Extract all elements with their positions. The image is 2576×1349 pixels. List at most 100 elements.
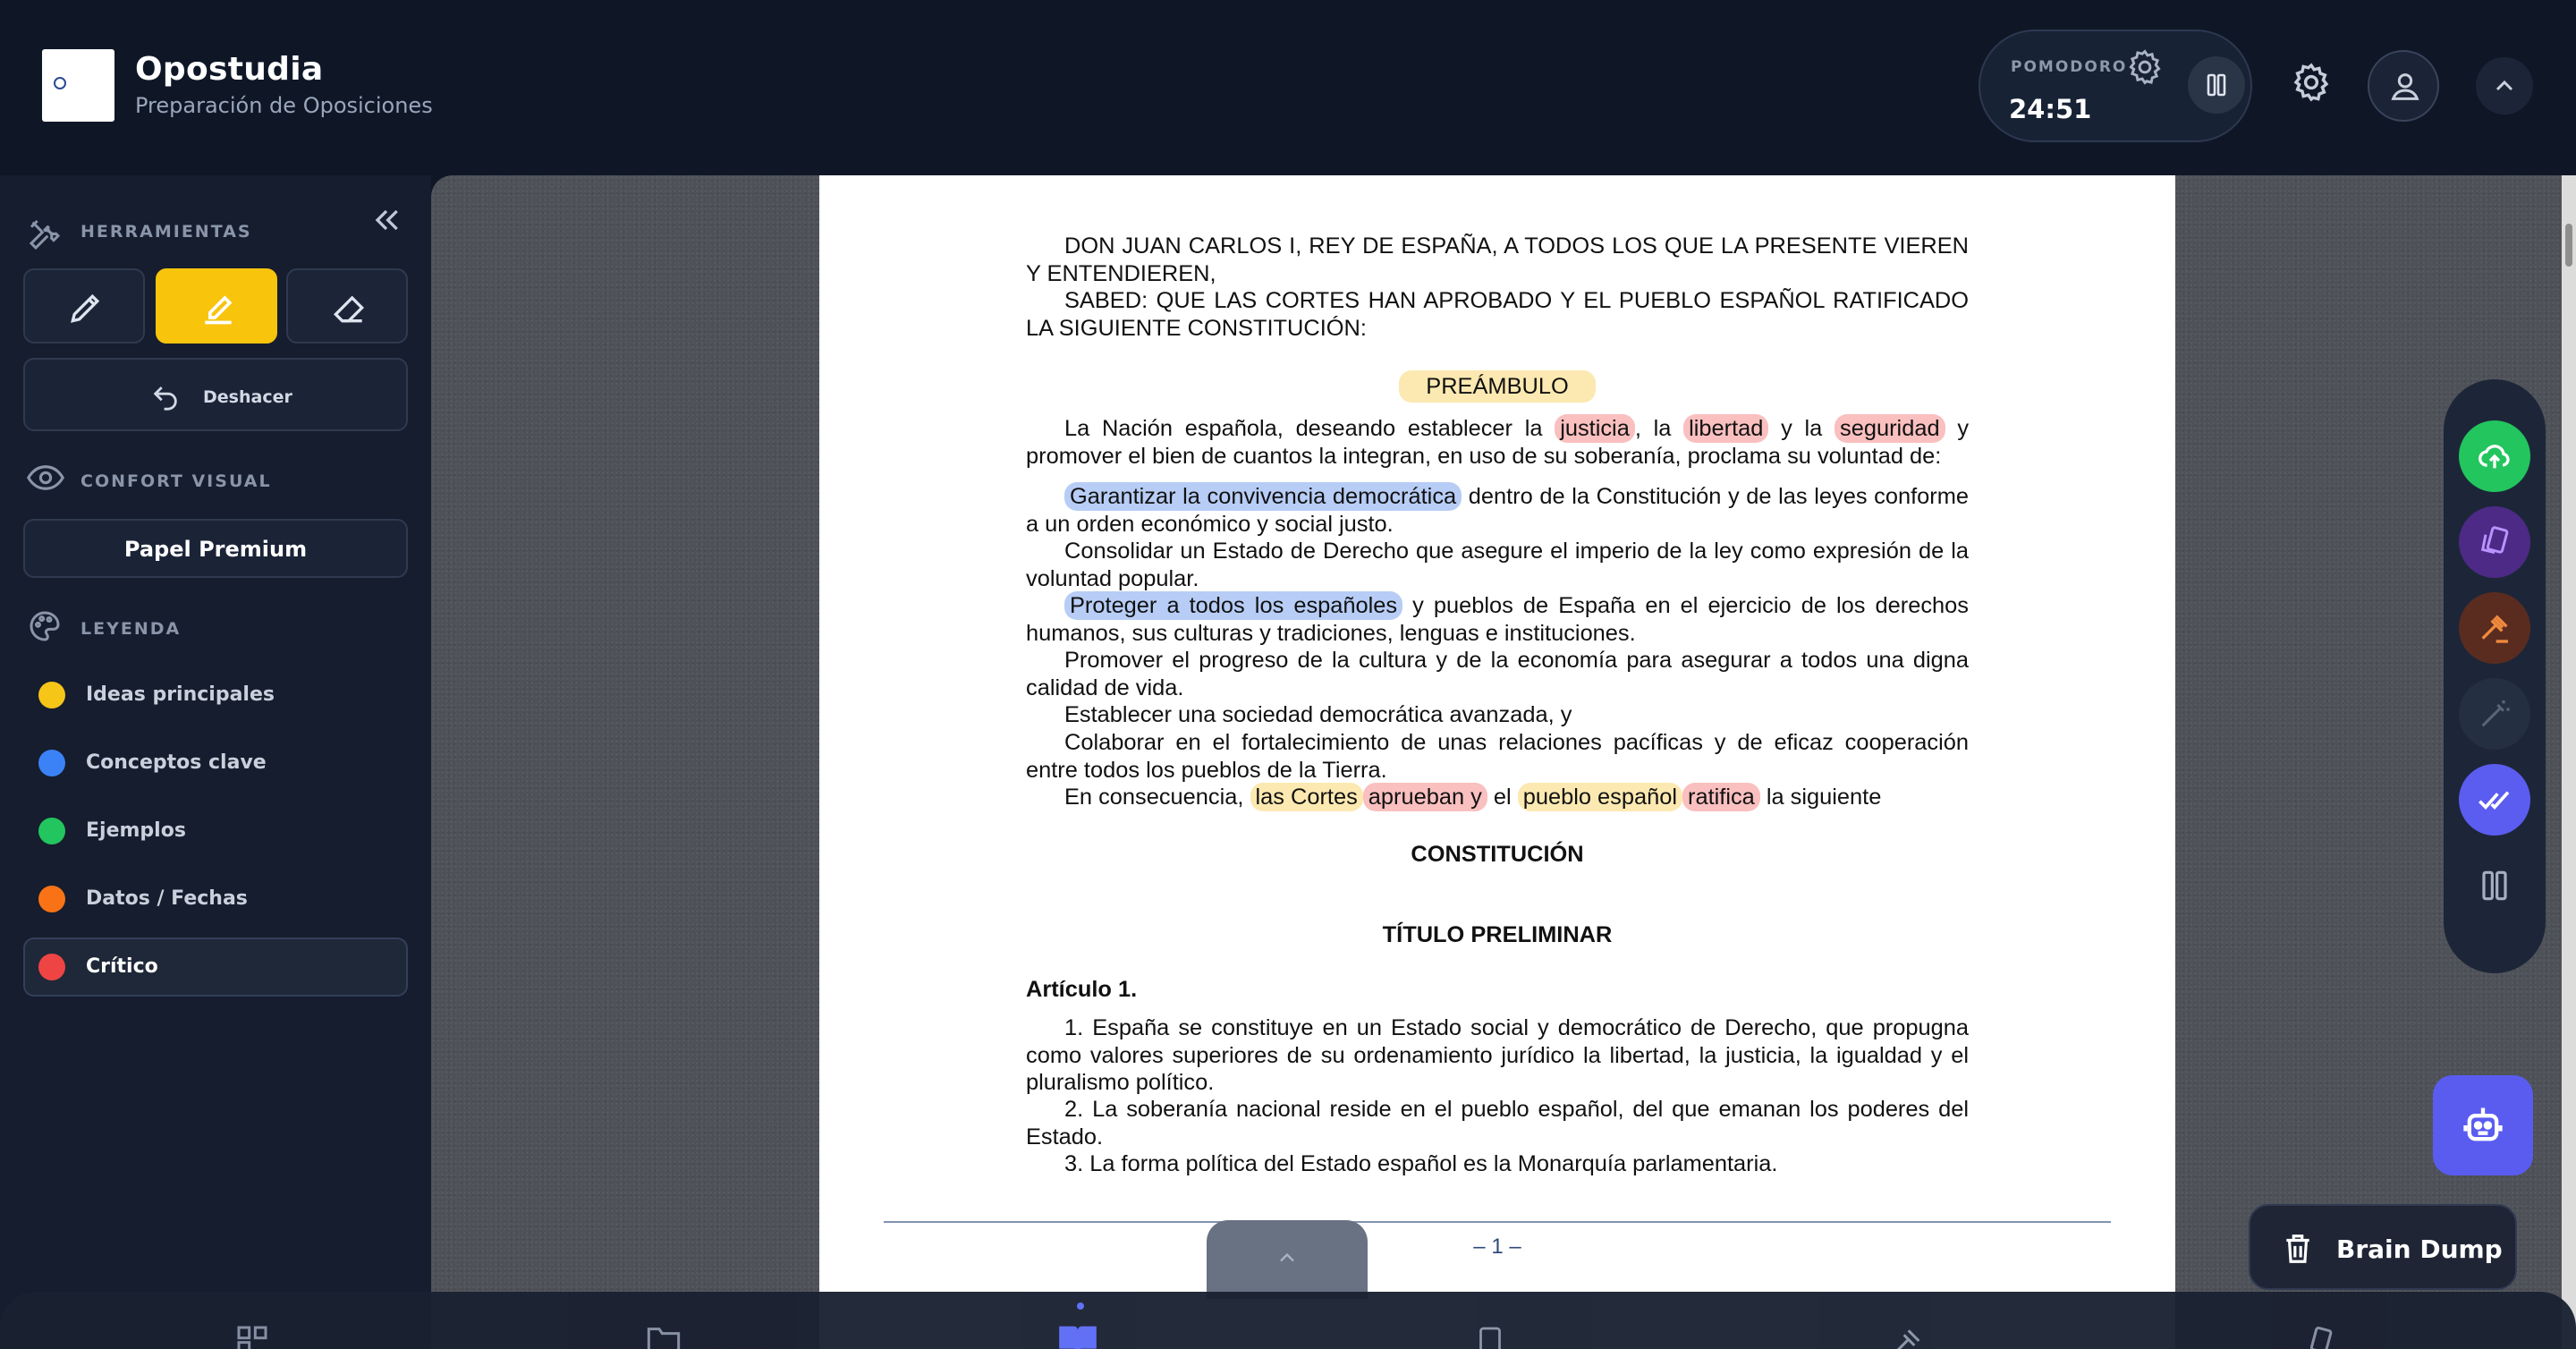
intro-text-2: SABED: QUE LAS CORTES HAN APROBADO Y EL …: [1026, 288, 1969, 341]
paper-style-label: Papel Premium: [123, 537, 308, 562]
flashcards-button[interactable]: [2459, 506, 2530, 578]
a3-text: 3. La forma política del Estado español …: [1064, 1151, 1778, 1176]
collapse-sidebar-icon[interactable]: [369, 202, 404, 238]
robot-icon: [2463, 1107, 2503, 1141]
p6-text: Establecer una sociedad democrática avan…: [1064, 702, 1572, 727]
article-1-clause-1: 1. España se constituye en un Estado soc…: [1026, 1014, 1969, 1097]
paper-style-button[interactable]: Papel Premium: [23, 519, 408, 578]
pdf-page[interactable]: DON JUAN CARLOS I, REY DE ESPAÑA, A TODO…: [819, 175, 2175, 1349]
legend-item-label: Datos / Fechas: [86, 887, 248, 910]
legend-item-label: Ideas principales: [86, 683, 275, 706]
highlight-convivencia[interactable]: Garantizar la convivencia democrática: [1064, 482, 1462, 511]
gavel-button[interactable]: [2459, 592, 2530, 664]
legend-item-main-ideas[interactable]: Ideas principales: [23, 666, 408, 725]
highlight-las-cortes[interactable]: las Cortes: [1250, 783, 1363, 811]
settings-icon[interactable]: [2290, 61, 2333, 104]
app-logo: [42, 49, 114, 122]
cloud-upload-button[interactable]: [2459, 420, 2530, 492]
red-dot-icon: [38, 954, 65, 980]
folder-icon[interactable]: [646, 1324, 682, 1349]
pencil-icon: [71, 293, 100, 323]
p1-text-b: , la: [1634, 416, 1672, 441]
brain-dump-label: Brain Dump: [2336, 1234, 2503, 1264]
pause-icon: [2482, 870, 2507, 901]
a2-text: 2. La soberanía nacional reside en el pu…: [1026, 1097, 1969, 1150]
visual-comfort-section-label: CONFORT VISUAL: [80, 471, 272, 491]
highlight-ratifica[interactable]: ratifica: [1682, 783, 1760, 811]
legend-item-label: Ejemplos: [86, 819, 186, 842]
chevron-up-icon: [1280, 1252, 1294, 1262]
article-1-clause-2: 2. La soberanía nacional reside en el pu…: [1026, 1096, 1969, 1150]
intro-paragraph-1: DON JUAN CARLOS I, REY DE ESPAÑA, A TODO…: [1026, 233, 1969, 287]
p1-text-c: y la: [1781, 416, 1823, 441]
a1-text: 1. España se constituye en un Estado soc…: [1026, 1015, 1969, 1095]
cards-nav-icon[interactable]: [2301, 1324, 2336, 1349]
eraser-tool-button[interactable]: [286, 268, 408, 344]
p5-text: Promover el progreso de la cultura y de …: [1026, 648, 1969, 700]
document-viewer[interactable]: DON JUAN CARLOS I, REY DE ESPAÑA, A TODO…: [431, 175, 2576, 1349]
dashboard-grid-icon[interactable]: [234, 1324, 270, 1349]
highlighter-icon: [205, 295, 233, 325]
legend-item-label: Crítico: [86, 955, 158, 978]
eraser-icon: [333, 295, 365, 323]
highlighter-tool-button[interactable]: [156, 268, 277, 344]
preamble-paragraph-4: Proteger a todos los españoles y pueblos…: [1026, 591, 1969, 647]
p8-text-c: la siguiente: [1766, 785, 1882, 810]
preamble-paragraph-6: Establecer una sociedad democrática avan…: [1026, 701, 1969, 729]
app-title: Opostudia: [135, 51, 324, 88]
preliminary-title: TÍTULO PRELIMINAR: [1382, 922, 1613, 947]
document-icon[interactable]: [1474, 1324, 1506, 1349]
ai-assistant-button[interactable]: [2433, 1075, 2533, 1175]
undo-button[interactable]: Deshacer: [23, 358, 408, 431]
pomodoro-pause-button[interactable]: [2188, 56, 2245, 114]
scrollbar-thumb[interactable]: [2565, 224, 2572, 267]
active-nav-indicator: [1077, 1302, 1084, 1310]
bottom-navigation: [0, 1292, 2576, 1349]
gavel-nav-icon[interactable]: [1889, 1324, 1925, 1349]
legend-item-key-concepts[interactable]: Conceptos clave: [23, 734, 408, 793]
palette-icon: [30, 611, 60, 641]
legend-item-dates[interactable]: Datos / Fechas: [23, 870, 408, 929]
highlight-pueblo-espanol[interactable]: pueblo español: [1517, 783, 1682, 811]
page-footer-rule: [884, 1221, 2111, 1223]
logo-mark: [54, 77, 66, 89]
highlight-justicia[interactable]: justicia: [1555, 414, 1635, 443]
pause-icon: [2207, 73, 2226, 97]
page-navigator-tab[interactable]: [1207, 1220, 1368, 1299]
magic-wand-icon: [2481, 700, 2510, 727]
pause-button[interactable]: [2459, 850, 2530, 921]
preamble-paragraph-5: Promover el progreso de la cultura y de …: [1026, 647, 1969, 701]
cloud-upload-icon: [2479, 445, 2510, 469]
mark-done-button[interactable]: [2459, 764, 2530, 836]
article-1-clause-3: 3. La forma política del Estado español …: [1026, 1150, 1969, 1178]
double-check-icon: [2479, 791, 2510, 810]
preamble-paragraph-8: En consecuencia, las Cortes aprueban y el…: [1026, 783, 1969, 811]
pomodoro-widget: POMODORO 24:51: [1979, 30, 2252, 142]
pen-tool-button[interactable]: [23, 268, 145, 344]
tools-sidebar: HERRAMIENTAS Deshacer CONFORT VISUAL Pap…: [0, 175, 431, 1349]
legend-section-label: LEYENDA: [80, 619, 182, 639]
legend-item-label: Conceptos clave: [86, 751, 267, 774]
preamble-paragraph-1: La Nación española, deseando establecer …: [1026, 414, 1969, 470]
legend-item-critical[interactable]: Crítico: [23, 938, 408, 997]
user-profile-button[interactable]: [2368, 50, 2439, 122]
tools-icon: [29, 219, 61, 250]
vertical-scrollbar[interactable]: [2562, 175, 2576, 1349]
highlight-proteger[interactable]: Proteger a todos los españoles: [1064, 591, 1403, 620]
page-number: – 1 –: [1473, 1234, 1521, 1259]
brain-dump-button[interactable]: Brain Dump: [2249, 1204, 2517, 1290]
highlight-aprueban[interactable]: aprueban y: [1362, 783, 1487, 811]
collapse-header-button[interactable]: [2476, 57, 2533, 115]
pomodoro-settings-icon[interactable]: [2125, 47, 2165, 87]
book-icon[interactable]: [1055, 1319, 1100, 1349]
trash-icon: [2286, 1234, 2309, 1263]
highlight-seguridad[interactable]: seguridad: [1835, 414, 1945, 443]
intro-text-1: DON JUAN CARLOS I, REY DE ESPAÑA, A TODO…: [1026, 233, 1969, 286]
pomodoro-label: POMODORO: [2011, 58, 2128, 76]
legend-item-examples[interactable]: Ejemplos: [23, 802, 408, 861]
blue-dot-icon: [38, 750, 65, 776]
p8-text-b: el: [1493, 785, 1512, 810]
quick-actions-toolbar: [2444, 379, 2546, 973]
highlight-libertad[interactable]: libertad: [1683, 414, 1769, 443]
magic-wand-button[interactable]: [2459, 678, 2530, 750]
